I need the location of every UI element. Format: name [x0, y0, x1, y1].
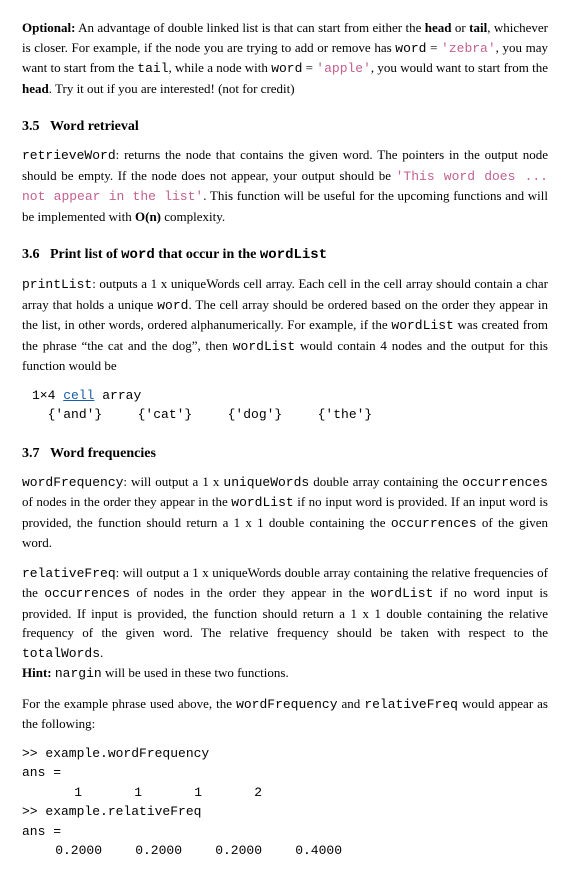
- arr-dim: 1×4: [32, 388, 63, 403]
- optional-paragraph: Optional: An advantage of double linked …: [22, 18, 548, 98]
- head-word: head: [425, 20, 452, 35]
- cell-array-header: 1×4 cell array: [32, 386, 548, 406]
- wordlist-code2: wordList: [371, 586, 433, 601]
- sec-ta: Print list of: [50, 247, 121, 262]
- cell-2: {'dog'}: [228, 405, 318, 425]
- relativefreq-fn: relativeFreq: [22, 566, 116, 581]
- wf-code: wordFrequency: [236, 697, 337, 712]
- rf-0: 0.2000: [22, 841, 102, 861]
- arr-suffix: array: [94, 388, 141, 403]
- wordfrequency-output: 1112: [22, 783, 548, 803]
- sec-num: 3.7: [22, 446, 40, 461]
- eq2: =: [302, 60, 316, 75]
- relativefreq-output: 0.20000.20000.20000.4000: [22, 841, 548, 861]
- tail-word: tail: [469, 20, 487, 35]
- tail-code: tail: [137, 61, 168, 76]
- ans-2: ans =: [22, 822, 548, 842]
- section-3-7-heading: 3.7 Word frequencies: [22, 443, 548, 464]
- ex-b: and: [338, 696, 365, 711]
- optional-label: Optional:: [22, 20, 75, 35]
- totalwords-code: totalWords: [22, 646, 100, 661]
- rf-code: relativeFreq: [364, 697, 458, 712]
- section-3-6-heading: 3.6 Print list of word that occur in the…: [22, 244, 548, 266]
- word-code: word: [121, 247, 155, 263]
- relativefreq-desc: relativeFreq: will output a 1 x uniqueWo…: [22, 563, 548, 684]
- section-3-6-body: printList: outputs a 1 x uniqueWords cel…: [22, 274, 548, 376]
- hint-text: will be used in these two functions.: [102, 665, 289, 680]
- t1c: of nodes in the order they appear in the: [22, 494, 231, 509]
- wf-3: 2: [202, 783, 262, 803]
- s35-t3: complexity.: [161, 209, 225, 224]
- wordlist-code3: wordList: [233, 339, 295, 354]
- cell-3: {'the'}: [318, 405, 408, 425]
- rf-1: 0.2000: [102, 841, 182, 861]
- uniquewords-code: uniqueWords: [223, 475, 309, 490]
- zebra-literal: 'zebra': [441, 41, 496, 56]
- cell-0: {'and'}: [48, 405, 138, 425]
- t2d: .: [100, 645, 103, 660]
- apple-literal: 'apple': [316, 61, 371, 76]
- nargin-code: nargin: [55, 666, 102, 681]
- printlist-fn: printList: [22, 277, 92, 292]
- big-o: O(n): [135, 209, 161, 224]
- cell-1: {'cat'}: [138, 405, 228, 425]
- ans-1: ans =: [22, 763, 548, 783]
- rf-3: 0.4000: [262, 841, 342, 861]
- word-code2: word: [271, 61, 302, 76]
- word-code: word: [395, 41, 426, 56]
- opt-t2: or: [452, 20, 470, 35]
- t1a: : will output a 1 x: [123, 474, 223, 489]
- occurrences-code: occurrences: [462, 475, 548, 490]
- cmd-wordfrequency: >> example.wordFrequency: [22, 744, 548, 764]
- sec-num: 3.5: [22, 119, 40, 134]
- wordfrequency-fn: wordFrequency: [22, 475, 123, 490]
- sec-title: Word frequencies: [50, 446, 156, 461]
- sec-num: 3.6: [22, 247, 40, 262]
- section-3-5-body: retrieveWord: returns the node that cont…: [22, 145, 548, 226]
- wordlist-code2: wordList: [391, 318, 453, 333]
- wordlist-code: wordList: [260, 247, 327, 263]
- head-word2: head: [22, 81, 49, 96]
- occurrences-code3: occurrences: [44, 586, 130, 601]
- opt-t1: An advantage of double linked list is th…: [75, 20, 424, 35]
- sec-title: Word retrieval: [50, 119, 139, 134]
- hint-label: Hint:: [22, 665, 52, 680]
- opt-t6: , you would want to start from the: [371, 60, 548, 75]
- cell-array-values: {'and'}{'cat'}{'dog'}{'the'}: [32, 405, 548, 425]
- eq1: =: [426, 40, 441, 55]
- occurrences-code2: occurrences: [391, 516, 477, 531]
- ex-a: For the example phrase used above, the: [22, 696, 236, 711]
- retrieveword-fn: retrieveWord: [22, 148, 116, 163]
- wf-1: 1: [82, 783, 142, 803]
- t1b: double array containing the: [309, 474, 462, 489]
- wordfrequency-desc: wordFrequency: will output a 1 x uniqueW…: [22, 472, 548, 553]
- opt-t7: . Try it out if you are interested! (not…: [49, 81, 295, 96]
- wordlist-code: wordList: [231, 495, 293, 510]
- cell-link[interactable]: cell: [63, 388, 94, 403]
- wf-2: 1: [142, 783, 202, 803]
- rf-2: 0.2000: [182, 841, 262, 861]
- opt-t5: , while a node with: [169, 60, 272, 75]
- section-3-5-heading: 3.5 Word retrieval: [22, 116, 548, 137]
- sec-tb: that occur in the: [155, 247, 260, 262]
- t2b: of nodes in the order they appear in the: [130, 585, 371, 600]
- cmd-relativefreq: >> example.relativeFreq: [22, 802, 548, 822]
- word-code2: word: [157, 298, 188, 313]
- wf-0: 1: [22, 783, 82, 803]
